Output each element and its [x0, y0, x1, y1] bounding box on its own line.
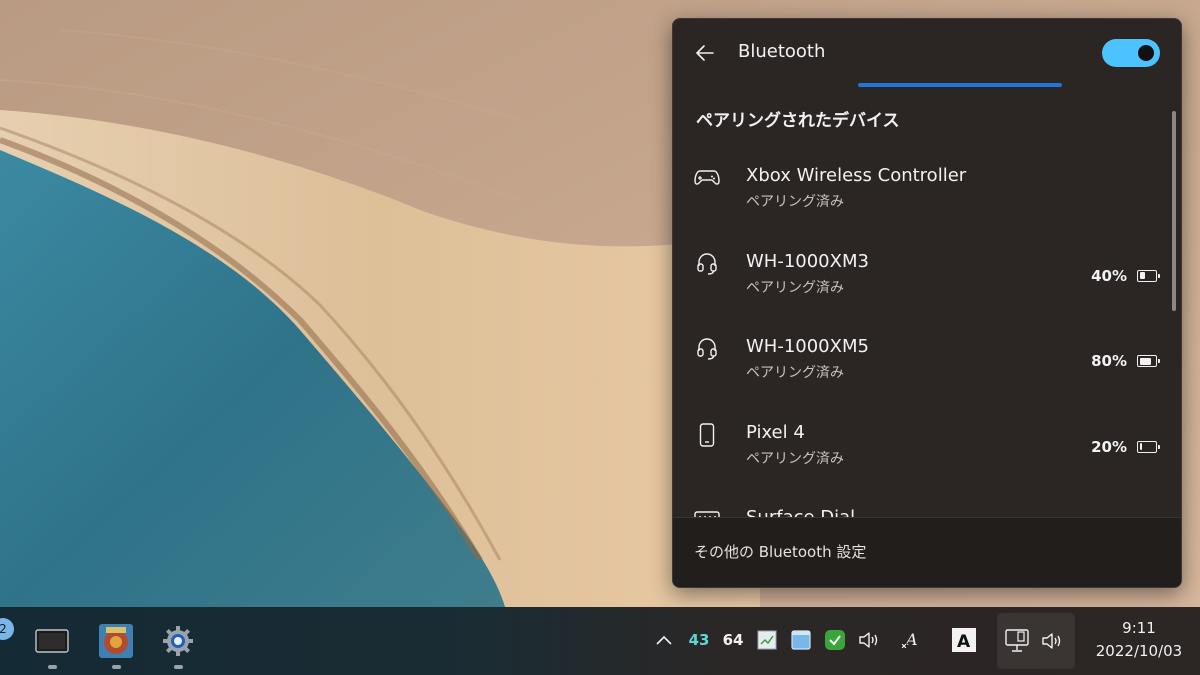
settings-gear-icon[interactable] [158, 621, 198, 669]
paired-devices-heading: ペアリングされたデバイス [696, 111, 900, 131]
battery-indicator: 20% [1091, 437, 1160, 456]
battery-indicator: 40% [1091, 266, 1160, 285]
battery-indicator: 80% [1091, 352, 1160, 370]
tray-counter-1[interactable]: 43 [686, 627, 712, 653]
bluetooth-title: Bluetooth [738, 41, 826, 62]
device-status: ペアリング済み [746, 450, 844, 467]
device-status: ペアリング済み [746, 194, 844, 210]
game-app-icon[interactable] [96, 621, 136, 669]
battery-icon [1137, 269, 1160, 282]
taskbar-clock[interactable]: 9:11 2022/10/03 [1083, 617, 1195, 663]
notification-badge[interactable]: 2 [0, 618, 14, 640]
quick-settings-button[interactable] [997, 613, 1075, 669]
ime-mode-button[interactable]: A [950, 627, 978, 653]
toggle-knob [1138, 45, 1154, 61]
device-name: WH-1000XM5 [746, 336, 869, 357]
clock-date: 2022/10/03 [1095, 642, 1183, 660]
tray-counter-2[interactable]: 64 [720, 627, 746, 653]
battery-percent: 80% [1091, 352, 1127, 370]
device-item-wh-1000xm5[interactable]: WH-1000XM5 ペアリング済み 80% [673, 318, 1173, 404]
volume-icon[interactable] [856, 627, 884, 653]
device-item-xbox-controller[interactable]: Xbox Wireless Controller ペアリング済み [673, 147, 1173, 233]
back-button[interactable] [691, 39, 719, 67]
device-name: Pixel 4 [746, 421, 805, 443]
keyboard-icon [693, 506, 721, 517]
headset-icon [693, 250, 721, 278]
arrow-left-icon [696, 45, 714, 61]
chevron-up-icon[interactable] [652, 627, 676, 653]
speaker-icon [1042, 633, 1061, 649]
battery-percent: 40% [1091, 266, 1127, 285]
notepad-icon[interactable] [754, 627, 780, 653]
device-list: Xbox Wireless Controller ペアリング済み WH-1000… [673, 147, 1173, 517]
device-item-surface-dial[interactable]: Surface Dial [673, 489, 1173, 517]
more-bluetooth-settings-link[interactable]: その他の Bluetooth 設定 [694, 541, 866, 562]
running-indicator [48, 665, 57, 669]
device-name: Xbox Wireless Controller [746, 165, 967, 186]
check-shield-icon[interactable] [822, 627, 848, 653]
taskbar: 2 43 64 A A 9:11 2022/10/03 [0, 607, 1200, 675]
running-indicator [112, 665, 121, 669]
bluetooth-header: Bluetooth [673, 19, 1181, 91]
device-name: WH-1000XM3 [746, 250, 869, 272]
battery-icon [1137, 440, 1160, 453]
headset-icon [693, 335, 721, 363]
device-status: ペアリング済み [746, 279, 844, 296]
gamepad-icon [693, 164, 721, 192]
clock-time: 9:11 [1122, 619, 1156, 637]
ime-off-icon[interactable]: A [896, 627, 922, 653]
device-name: Surface Dial [746, 507, 855, 517]
scan-progress-fill [858, 83, 1062, 87]
bluetooth-flyout: Bluetooth ペアリングされたデバイス Xbox Wireless Con… [672, 18, 1182, 588]
bluetooth-footer: その他の Bluetooth 設定 [673, 517, 1181, 587]
device-status: ペアリング済み [746, 365, 844, 381]
network-icon [1005, 629, 1029, 652]
battery-percent: 20% [1091, 437, 1127, 456]
device-item-pixel-4[interactable]: Pixel 4 ペアリング済み 20% [673, 404, 1173, 490]
battery-icon [1137, 355, 1160, 367]
scan-progress-bar [858, 83, 1062, 87]
ime-label: A [957, 632, 971, 652]
bluetooth-toggle[interactable] [1102, 39, 1160, 67]
window-app-icon[interactable] [788, 627, 814, 653]
terminal-app-icon[interactable] [32, 621, 72, 669]
phone-icon [693, 421, 721, 449]
running-indicator [174, 665, 183, 669]
device-item-wh-1000xm3[interactable]: WH-1000XM3 ペアリング済み 40% [673, 233, 1173, 319]
scrollbar[interactable] [1172, 111, 1176, 311]
